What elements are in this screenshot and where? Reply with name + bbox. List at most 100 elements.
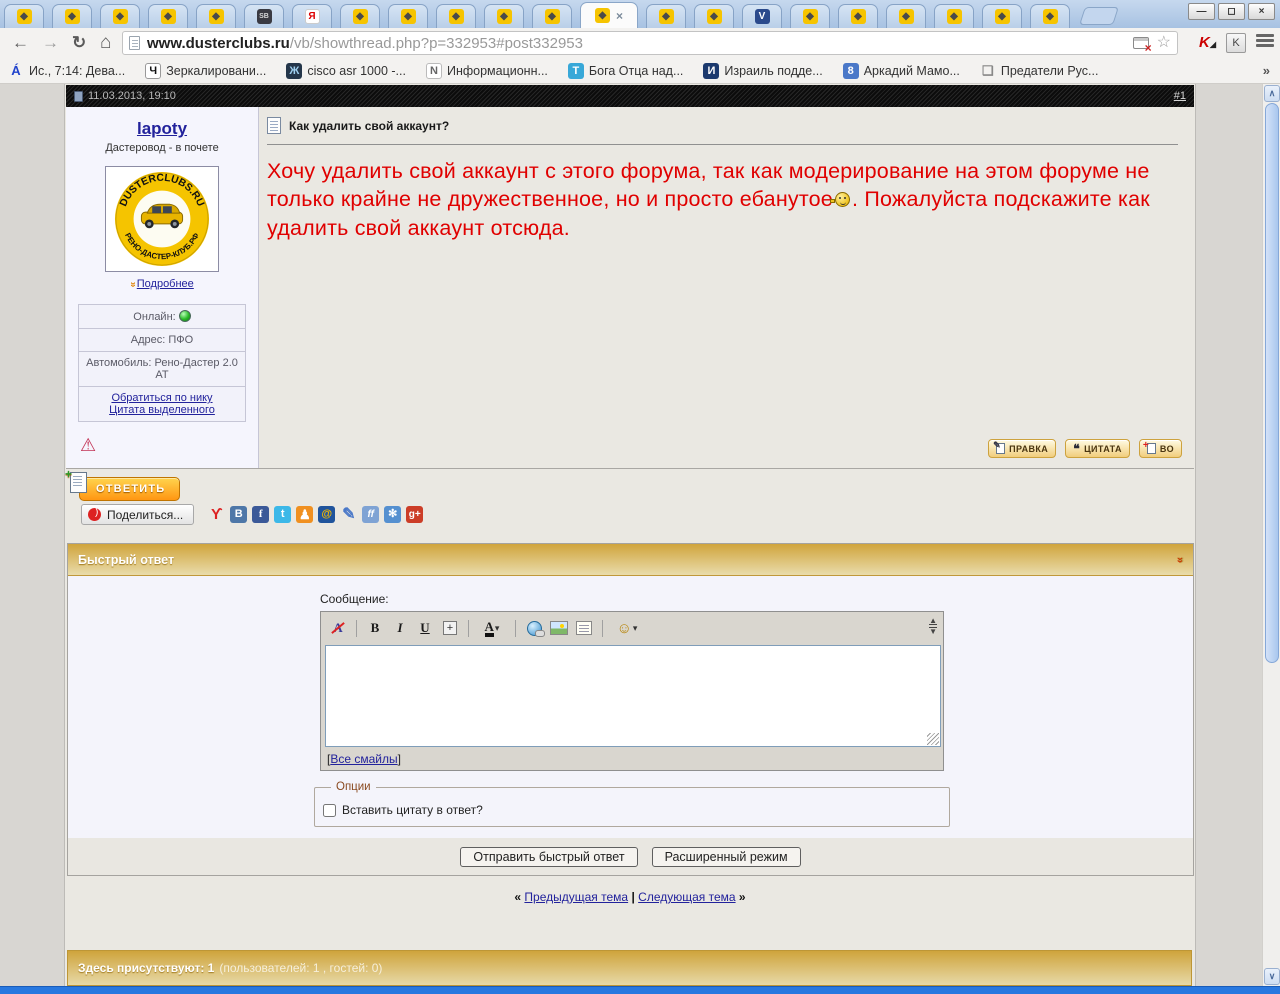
bold-button[interactable]: B [364,617,386,639]
share-button[interactable]: Поделиться... [81,504,194,525]
social-icon[interactable]: g+ [406,506,423,523]
insert-image-button[interactable] [548,617,570,639]
editor-resize-controls[interactable]: ▲ ▼ [929,617,937,635]
message-textarea[interactable] [325,645,941,747]
browser-tab[interactable]: ◆ [934,4,974,28]
bookmark-favicon: T [568,63,584,79]
wrap-tags-button[interactable]: + [439,617,461,639]
browser-tab[interactable]: Я [292,4,332,28]
post-date-icon [74,91,83,102]
address-by-nick-link[interactable]: Обратиться по нику [111,392,212,404]
browser-tab[interactable]: ◆ [436,4,476,28]
browser-tab[interactable]: ◆ [52,4,92,28]
scroll-down-button[interactable]: ∨ [1264,968,1280,985]
bookmark-item[interactable]: И Израиль подде... [703,63,822,79]
bookmark-item[interactable]: Ж cisco asr 1000 -... [286,63,406,79]
submit-quick-reply-button[interactable]: Отправить быстрый ответ [460,847,637,867]
forward-button[interactable]: → [42,31,59,55]
smilies-button[interactable]: ☺▾ [610,617,644,639]
more-details-link[interactable]: Подробнее [137,278,194,290]
kaspersky-icon[interactable]: K [1199,34,1216,51]
browser-tab[interactable]: SB [244,4,284,28]
edit-button[interactable]: правка [988,439,1056,458]
browser-tab[interactable]: ◆ [340,4,380,28]
tab-close-icon[interactable]: × [616,10,623,22]
browser-tab[interactable]: V [742,4,782,28]
multiquote-button[interactable]: во [1139,439,1182,458]
social-icon[interactable]: @ [318,506,335,523]
bookmark-item[interactable]: T Бога Отца над... [568,63,683,79]
url-path: /vb/showthread.php?p=332953#post332953 [290,35,583,52]
popup-blocked-icon[interactable] [1133,37,1149,49]
browser-tab[interactable]: ◆ [1030,4,1070,28]
collapse-icon[interactable]: « [1174,556,1186,562]
bookmark-item[interactable]: Á Ис., 7:14: Дева... [8,63,125,79]
post-number-link[interactable]: #1 [1174,90,1186,102]
browser-tab[interactable]: ◆ [148,4,188,28]
browser-tab[interactable]: ◆ [790,4,830,28]
bookmark-item[interactable]: 8 Аркадий Мамо... [843,63,960,79]
browser-tab[interactable]: ◆ [532,4,572,28]
tab-favicon: ◆ [17,9,32,24]
reload-button[interactable]: ↻ [72,31,86,55]
duster-favicon: ◆ [595,8,610,23]
underline-button[interactable]: U [414,617,436,639]
all-smilies-link[interactable]: Все смайлы [330,752,397,766]
browser-tab[interactable]: ◆ [694,4,734,28]
home-button[interactable]: ⌂ [100,31,111,55]
bookmark-item[interactable]: ❏ Предатели Рус... [980,63,1099,79]
address-bar[interactable]: www.dusterclubs.ru/vb/showthread.php?p=3… [122,31,1178,55]
social-icon[interactable]: f [252,506,269,523]
social-icon[interactable]: ϒ [208,506,225,523]
menu-icon[interactable] [1256,34,1274,50]
social-icon[interactable]: ✻ [384,506,401,523]
font-color-button[interactable]: A▾ [476,617,508,639]
browser-tab[interactable]: ◆ [646,4,686,28]
bookmark-item[interactable]: N Информационн... [426,63,548,79]
scroll-up-button[interactable]: ∧ [1264,85,1280,102]
insert-quote-checkbox[interactable] [323,804,336,817]
insert-quote-button[interactable] [573,617,595,639]
social-icon[interactable]: ✎ [340,506,357,523]
social-icon[interactable]: ff [362,506,379,523]
browser-tab[interactable]: ◆ [982,4,1022,28]
scrollbar-thumb[interactable] [1265,103,1279,663]
browser-tab[interactable]: ◆ [196,4,236,28]
remove-format-button[interactable]: A [327,617,349,639]
browser-tab[interactable]: ◆ [100,4,140,28]
restore-button[interactable]: ◻ [1218,3,1245,20]
new-tab-button[interactable] [1079,7,1119,25]
resize-grip[interactable] [927,733,939,745]
close-button[interactable]: × [1248,3,1275,20]
italic-button[interactable]: I [389,617,411,639]
reply-button[interactable]: ответить [79,477,180,501]
bookmark-star-icon[interactable]: ☆ [1157,35,1171,51]
social-icon[interactable]: t [274,506,291,523]
advanced-mode-button[interactable]: Расширенный режим [652,847,801,867]
browser-window: ◆ ◆ ◆ ◆ ◆ [0,0,1280,994]
next-thread-link[interactable]: Следующая тема [638,890,735,904]
previous-thread-link[interactable]: Предыдущая тема [524,890,628,904]
bookmark-item[interactable]: Ч Зеркалировани... [145,63,266,79]
social-icon[interactable]: ♟ [296,506,313,523]
avatar[interactable]: DUSTERCLUBS.RU РЕНО-ДАСТЕР-КЛУБ.РФ [105,166,219,272]
active-tab[interactable]: ◆ × [580,2,638,28]
browser-tab[interactable]: ◆ [484,4,524,28]
bookmarks-overflow-chevron[interactable]: » [1263,63,1270,78]
k-extension-button[interactable]: K [1226,33,1246,53]
quote-page-icon [576,621,592,635]
back-button[interactable]: ← [12,31,29,55]
report-post-icon[interactable]: ⚠ [80,436,96,454]
browser-tab[interactable]: ◆ [388,4,428,28]
quote-button[interactable]: ❝цитата [1065,439,1130,458]
insert-link-button[interactable] [523,617,545,639]
tab-favicon: ◆ [401,9,416,24]
browser-tab[interactable]: ◆ [838,4,878,28]
minimize-button[interactable]: — [1188,3,1215,20]
vertical-scrollbar[interactable]: ∧ ∨ [1262,84,1280,986]
username-link[interactable]: lapoty [137,119,187,139]
browser-tab[interactable]: ◆ [886,4,926,28]
quote-selected-link[interactable]: Цитата выделенного [109,404,215,416]
social-icon[interactable]: В [230,506,247,523]
browser-tab[interactable]: ◆ [4,4,44,28]
